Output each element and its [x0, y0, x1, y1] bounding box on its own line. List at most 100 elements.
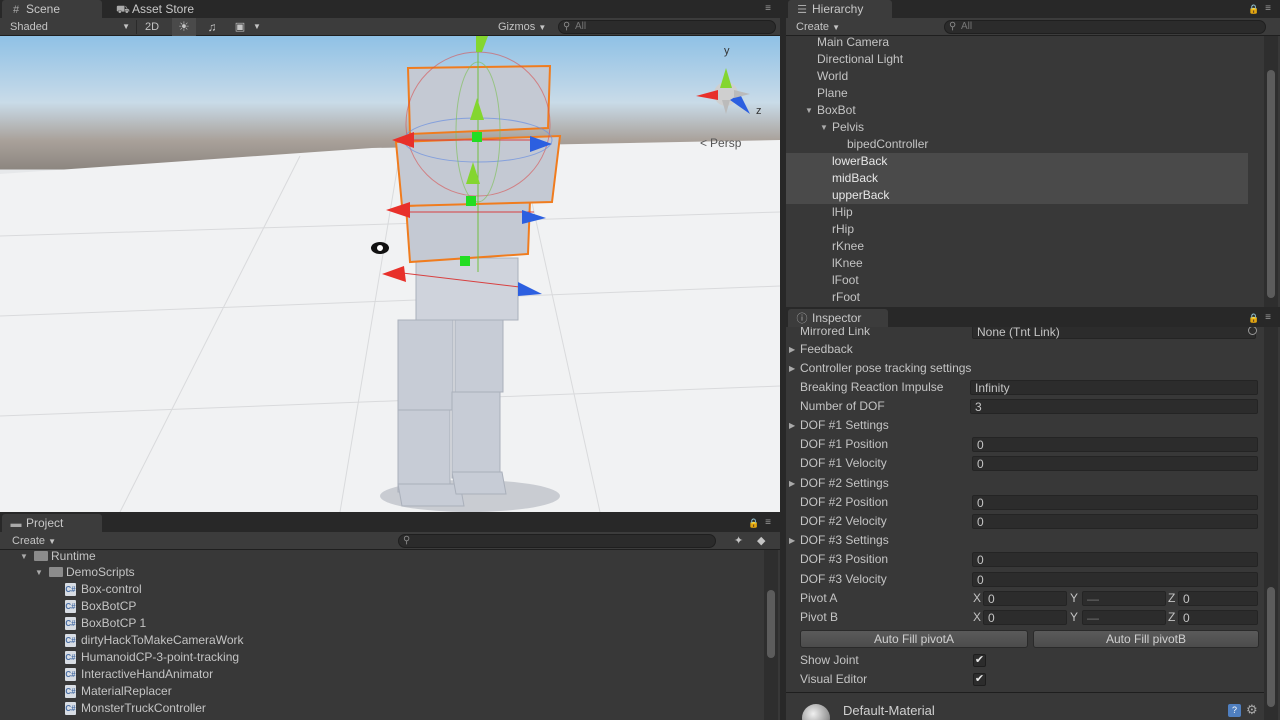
lighting-toggle-icon[interactable]: ☀	[172, 18, 196, 36]
ground-plane	[0, 140, 780, 512]
hierarchy-item[interactable]: Main Camera	[786, 34, 1248, 51]
persp-arrow-icon: <	[700, 136, 707, 150]
hierarchy-item-boxbot[interactable]: ▼ BoxBot	[786, 102, 1248, 119]
store-icon: ⛟	[116, 4, 130, 16]
dropdown-arrow-icon: ▼	[122, 22, 130, 31]
tab-project[interactable]: ▬ Project	[2, 514, 102, 532]
hierarchy-item[interactable]: lFoot	[786, 272, 1248, 289]
hierarchy-item[interactable]: rHip	[786, 221, 1248, 238]
hierarchy-item-pelvis[interactable]: ▼ Pelvis	[786, 119, 1248, 136]
csharp-script-icon: C#	[65, 651, 76, 664]
scene-panel: # Scene ⛟ Asset Store ≡ Shaded ▼ 2D ☀ ♫ ▣ …	[0, 0, 780, 512]
scene-search-input[interactable]: ⚲ All	[558, 20, 776, 34]
hierarchy-item[interactable]: lHip	[786, 204, 1248, 221]
project-script-item[interactable]: C# BoxBotCP	[0, 598, 748, 615]
hierarchy-item-selected[interactable]: midBack	[786, 170, 1248, 187]
filter-label-icon[interactable]: ◆	[757, 532, 765, 550]
dropdown-arrow-icon: ▼	[832, 23, 841, 32]
list-icon: ☰	[797, 4, 807, 16]
csharp-script-icon: C#	[65, 668, 76, 681]
project-script-item[interactable]: C# InteractiveHandAnimator	[0, 666, 748, 683]
inspector-panel: ⓘ Inspector 🔒 ≡	[786, 309, 1280, 720]
csharp-script-icon: C#	[65, 617, 76, 630]
project-tree: ▼ Runtime ▼ DemoScripts C# Box-control C#…	[0, 548, 764, 720]
scene-toolbar: Shaded ▼ 2D ☀ ♫ ▣ ▼ Gizmos ▼ ⚲ All	[0, 18, 780, 36]
hierarchy-scroll-thumb[interactable]	[1267, 70, 1275, 298]
orientation-y-label: y	[724, 45, 730, 57]
search-icon: ⚲	[563, 21, 571, 32]
scene-drawing: y z < Persp	[0, 36, 780, 512]
project-scrollbar[interactable]	[764, 550, 778, 720]
csharp-script-icon: C#	[65, 702, 76, 715]
panel-menu-icon[interactable]: ≡	[1262, 4, 1274, 14]
csharp-script-icon: C#	[65, 634, 76, 647]
project-folder-demoscripts[interactable]: ▼ DemoScripts	[0, 564, 748, 581]
persp-label: < Persp	[700, 136, 742, 150]
project-script-item[interactable]: C# dirtyHackToMakeCameraWork	[0, 632, 748, 649]
dropdown-arrow-icon: ▼	[48, 537, 57, 546]
info-icon: ⓘ	[796, 313, 808, 325]
hierarchy-item[interactable]: rFoot	[786, 289, 1248, 306]
project-script-item[interactable]: C# HumanoidCP-3-point-tracking	[0, 649, 748, 666]
tab-hierarchy[interactable]: ☰ Hierarchy	[788, 0, 892, 18]
toolbar-divider	[136, 20, 137, 34]
hierarchy-item[interactable]: World	[786, 68, 1248, 85]
expand-arrow-icon[interactable]: ▼	[805, 102, 813, 119]
project-script-item[interactable]: C# Box-control	[0, 581, 748, 598]
tab-asset-store[interactable]: ⛟ Asset Store	[108, 0, 218, 18]
gizmos-dropdown[interactable]: Gizmos ▼	[498, 18, 546, 36]
project-script-item[interactable]: C# MaterialReplacer	[0, 683, 748, 700]
panel-menu-icon[interactable]: ≡	[1262, 313, 1274, 323]
hierarchy-panel: ☰ Hierarchy 🔒 ≡ Create ▼ ⚲ All Main Camera…	[786, 0, 1280, 307]
orientation-z-label: z	[756, 105, 762, 117]
csharp-script-icon: C#	[65, 583, 76, 596]
project-tabbar: ▬ Project 🔒 ≡	[0, 514, 780, 532]
tab-scene[interactable]: # Scene	[2, 0, 102, 18]
panel-menu-icon[interactable]: ≡	[762, 518, 774, 528]
hierarchy-scrollbar[interactable]	[1264, 36, 1278, 307]
dropdown-arrow-icon: ▼	[538, 23, 547, 32]
hierarchy-item-selected[interactable]: upperBack	[786, 187, 1248, 204]
project-panel: ▬ Project 🔒 ≡ Create ▼ ⚲ ✦ ◆ ▼ Runtime ▼ …	[0, 514, 780, 720]
csharp-script-icon: C#	[65, 685, 76, 698]
orientation-gizmo	[696, 68, 750, 114]
scene-viewport[interactable]: y z < Persp	[0, 36, 780, 512]
lock-icon[interactable]: 🔒	[748, 518, 759, 528]
audio-toggle-icon[interactable]: ♫	[202, 18, 222, 36]
robot-pelvis	[415, 257, 519, 321]
panel-menu-icon[interactable]: ≡	[762, 4, 774, 14]
hierarchy-search-input[interactable]: ⚲ All	[944, 20, 1266, 34]
effects-toggle-icon[interactable]: ▣	[230, 18, 250, 36]
scene-tabbar: # Scene ⛟ Asset Store ≡	[0, 0, 780, 18]
hierarchy-item[interactable]: Directional Light	[786, 51, 1248, 68]
search-icon: ⚲	[403, 535, 411, 546]
shading-mode-dropdown[interactable]: Shaded ▼	[10, 18, 132, 36]
effects-dropdown-arrow-icon[interactable]: ▼	[253, 18, 261, 36]
hierarchy-item[interactable]: bipedController	[786, 136, 1248, 153]
view-eye-cursor	[371, 242, 389, 254]
tab-inspector[interactable]: ⓘ Inspector	[788, 309, 888, 327]
2d-toggle[interactable]: 2D	[145, 18, 159, 36]
expand-arrow-icon[interactable]: ▼	[20, 548, 28, 565]
robot-legs	[397, 305, 507, 507]
hierarchy-item[interactable]: rKnee	[786, 238, 1248, 255]
inspector-tabbar: ⓘ Inspector 🔒 ≡	[786, 309, 1280, 327]
expand-arrow-icon[interactable]: ▼	[35, 564, 43, 581]
hierarchy-tabbar: ☰ Hierarchy 🔒 ≡	[786, 0, 1280, 18]
hierarchy-tree: Main Camera Directional Light World Plan…	[786, 34, 1264, 307]
expand-arrow-icon[interactable]: ▼	[820, 119, 828, 136]
folder-icon	[49, 567, 63, 577]
project-folder-runtime[interactable]: ▼ Runtime	[0, 548, 748, 565]
lock-icon[interactable]: 🔒	[1248, 4, 1259, 14]
search-icon: ⚲	[949, 21, 957, 32]
project-search-input[interactable]: ⚲	[398, 534, 716, 548]
project-script-item[interactable]: C# BoxBotCP 1	[0, 615, 748, 632]
project-scroll-thumb[interactable]	[767, 590, 775, 658]
grid-icon: #	[12, 4, 20, 16]
lock-icon[interactable]: 🔒	[1248, 313, 1259, 323]
folder-icon	[34, 551, 48, 561]
hierarchy-item[interactable]: Plane	[786, 85, 1248, 102]
hierarchy-item-selected[interactable]: lowerBack	[786, 153, 1248, 170]
project-script-item[interactable]: C# MonsterTruckController	[0, 700, 748, 717]
hierarchy-item[interactable]: lKnee	[786, 255, 1248, 272]
